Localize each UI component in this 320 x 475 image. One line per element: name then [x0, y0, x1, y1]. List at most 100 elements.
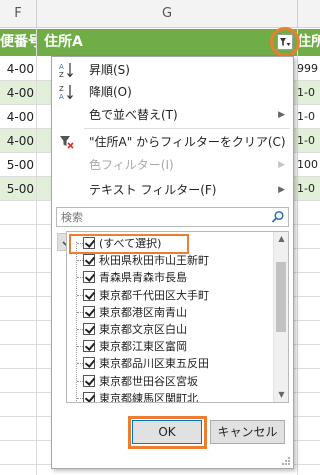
- list-item[interactable]: 青森県青森市長島: [67, 269, 275, 286]
- cancel-button[interactable]: キャンセル: [210, 420, 285, 444]
- grid-line: [36, 28, 37, 475]
- cell-address[interactable]: [297, 321, 320, 345]
- scroll-thumb[interactable]: [276, 262, 286, 332]
- checkbox[interactable]: [83, 254, 95, 267]
- menu-sort-ascending[interactable]: A Z 昇順(S): [52, 59, 293, 81]
- checkbox[interactable]: [83, 305, 95, 318]
- menu-color-filter: 色フィルター(I) ▶: [52, 154, 293, 176]
- cell-postal-code[interactable]: [0, 441, 36, 465]
- cell-address[interactable]: [297, 249, 320, 273]
- checkbox[interactable]: [83, 357, 95, 370]
- cell-address[interactable]: [297, 225, 320, 249]
- menu-label: 昇順(S): [89, 63, 130, 77]
- cell-address[interactable]: [297, 369, 320, 393]
- search-box: [56, 207, 289, 227]
- header-cell-postal-code[interactable]: 便番号: [0, 29, 36, 56]
- cell-address[interactable]: 1-0: [297, 105, 320, 129]
- header-cell-address[interactable]: 住所: [297, 29, 320, 56]
- filter-button-highlight: [270, 27, 300, 57]
- sort-za-icon: Z A: [59, 85, 73, 101]
- cell-address[interactable]: [297, 441, 320, 465]
- list-item-label: 東京都江東区富岡: [99, 340, 187, 354]
- cell-postal-code[interactable]: 4-00: [0, 57, 36, 81]
- cell-postal-code[interactable]: 5-00: [0, 177, 36, 201]
- menu-sort-descending[interactable]: Z A 降順(O): [52, 81, 293, 103]
- cell-postal-code[interactable]: [0, 249, 36, 273]
- list-item[interactable]: 東京都練馬区関町北: [67, 390, 275, 403]
- list-item[interactable]: 秋田県秋田市山王新町: [67, 252, 275, 269]
- checkbox[interactable]: [83, 374, 95, 387]
- list-item-label: 東京都練馬区関町北: [99, 391, 198, 403]
- cell-postal-code[interactable]: [0, 417, 36, 441]
- checkbox[interactable]: [83, 323, 95, 335]
- checkbox[interactable]: [83, 391, 95, 402]
- list-item-label: 秋田県秋田市山王新町: [99, 254, 209, 268]
- list-item[interactable]: 東京都港区南青山: [67, 304, 275, 321]
- cell-postal-code[interactable]: 4-00: [0, 129, 36, 153]
- search-input[interactable]: [57, 208, 267, 226]
- cell-address[interactable]: 100: [297, 153, 320, 177]
- scroll-up-arrow-icon[interactable]: ▲: [274, 232, 289, 246]
- cell-postal-code[interactable]: [0, 465, 36, 475]
- menu-label: テキスト フィルター(F): [89, 183, 217, 197]
- cell-address[interactable]: [297, 201, 320, 225]
- cell-address[interactable]: [297, 297, 320, 321]
- cell-postal-code[interactable]: [0, 297, 36, 321]
- cell-address[interactable]: [297, 465, 320, 475]
- cell-postal-code[interactable]: 5-00: [0, 153, 36, 177]
- cell-address[interactable]: [297, 417, 320, 441]
- svg-text:Z: Z: [59, 85, 64, 93]
- cell-postal-code[interactable]: [0, 369, 36, 393]
- grid-line: [297, 28, 298, 475]
- menu-text-filter[interactable]: テキスト フィルター(F) ▶: [52, 179, 293, 201]
- list-item-label: 東京都文京区白山: [99, 323, 187, 336]
- list-item[interactable]: 東京都品川区東五反田: [67, 355, 275, 372]
- cell-postal-code[interactable]: [0, 225, 36, 249]
- menu-clear-filter[interactable]: "住所A" からフィルターをクリア(C): [52, 131, 293, 153]
- magnifier-icon[interactable]: [271, 210, 285, 224]
- menu-sort-by-color[interactable]: 色で並べ替え(T) ▶: [52, 104, 293, 126]
- ok-button-highlight: [128, 416, 207, 449]
- cell-address[interactable]: 999: [297, 57, 320, 81]
- submenu-arrow-icon: ▶: [278, 110, 285, 120]
- resize-grip-icon[interactable]: [281, 456, 291, 466]
- list-item-label: 青森県青森市長島: [99, 271, 187, 285]
- cell-address[interactable]: 1-0: [297, 81, 320, 105]
- header-cell-address-a[interactable]: 住所A: [44, 29, 83, 56]
- cell-postal-code[interactable]: [0, 345, 36, 369]
- cell-address[interactable]: [297, 345, 320, 369]
- column-header-f[interactable]: F: [0, 0, 36, 28]
- clear-filter-icon: [60, 136, 74, 149]
- checkbox[interactable]: [83, 288, 95, 301]
- list-item[interactable]: 東京都江東区富岡: [67, 338, 275, 355]
- autofilter-panel: A Z 昇順(S) Z A 降順(O) 色で並べ替え(T) ▶ "住所A" から…: [51, 56, 294, 469]
- menu-label: 色で並べ替え(T): [89, 108, 178, 122]
- list-item[interactable]: 東京都文京区白山: [67, 321, 275, 338]
- cell-postal-code[interactable]: 4-00: [0, 105, 36, 129]
- cell-address[interactable]: [297, 393, 320, 417]
- menu-label: "住所A" からフィルターをクリア(C): [89, 135, 286, 149]
- list-item-label: 東京都世田谷区宮坂: [99, 374, 198, 388]
- cell-postal-code[interactable]: [0, 393, 36, 417]
- list-item-label: 東京都品川区東五反田: [99, 357, 209, 371]
- menu-separator: [84, 128, 290, 129]
- value-list-scrollbar[interactable]: ▲ ▼: [273, 232, 288, 402]
- cell-postal-code[interactable]: [0, 201, 36, 225]
- sort-az-icon: A Z: [59, 63, 73, 79]
- column-header-g[interactable]: G: [37, 0, 297, 28]
- cell-address[interactable]: 1-0: [297, 177, 320, 201]
- cell-address[interactable]: 1-0: [297, 129, 320, 153]
- menu-label: 降順(O): [89, 85, 132, 99]
- cell-postal-code[interactable]: [0, 321, 36, 345]
- list-item[interactable]: 東京都世田谷区宮坂: [67, 373, 275, 390]
- cell-postal-code[interactable]: 4-00: [0, 81, 36, 105]
- svg-text:A: A: [59, 63, 64, 71]
- cell-postal-code[interactable]: [0, 273, 36, 297]
- checkbox[interactable]: [83, 340, 95, 353]
- list-item[interactable]: 東京都千代田区大手町: [67, 287, 275, 304]
- scroll-down-arrow-icon[interactable]: ▼: [274, 388, 289, 402]
- column-headers: F G: [0, 0, 320, 28]
- svg-text:Z: Z: [59, 71, 64, 79]
- checkbox[interactable]: [83, 271, 95, 284]
- cell-address[interactable]: [297, 273, 320, 297]
